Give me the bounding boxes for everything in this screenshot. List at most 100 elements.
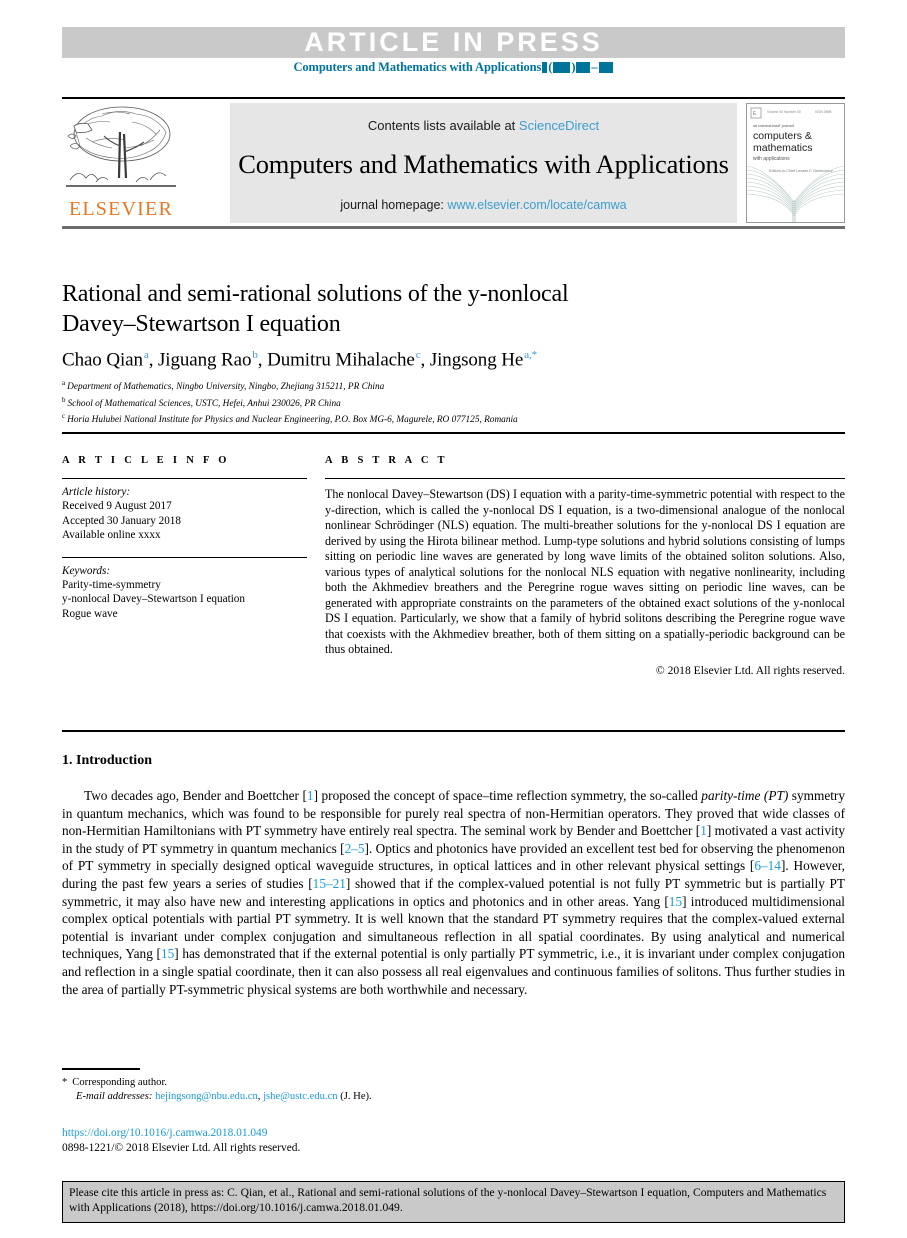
- elsevier-wordmark: ELSEVIER: [68, 198, 174, 220]
- please-cite-box: Please cite this article in press as: C.…: [62, 1181, 845, 1223]
- keywords-rule: [62, 556, 307, 558]
- abstract-copyright: © 2018 Elsevier Ltd. All rights reserved…: [655, 663, 845, 677]
- citation-ref[interactable]: 6–14: [754, 858, 781, 873]
- citation-ref[interactable]: 1: [307, 788, 314, 803]
- email-owner: (J. He).: [340, 1091, 372, 1102]
- author-affiliation-marker: b: [252, 349, 258, 361]
- keyword-item: Rogue wave: [62, 607, 118, 620]
- citation-ref[interactable]: 1: [700, 823, 707, 838]
- footnote-block: * Corresponding author. E-mail addresses:…: [62, 1076, 582, 1104]
- abstract-heading: A B S T R A C T: [325, 455, 448, 466]
- intro-text-part: ] has demonstrated that if the external …: [62, 946, 845, 997]
- sciencedirect-link[interactable]: ScienceDirect: [519, 118, 599, 133]
- article-in-press-banner: ARTICLE IN PRESS: [62, 27, 845, 58]
- affiliation-item: b School of Mathematical Sciences, USTC, …: [62, 394, 842, 411]
- citation-ref[interactable]: 2–5: [345, 841, 365, 856]
- introduction-body: Two decades ago, Bender and Boettcher [1…: [62, 787, 845, 998]
- elsevier-tree-icon: [62, 102, 180, 197]
- masthead-top-rule: [62, 97, 845, 99]
- svg-text:Editors-in-Chief Leszek F. D: Editors-in-Chief Leszek F. Demkowicz: [769, 169, 833, 173]
- email-link-primary[interactable]: hejingsong@nbu.edu.cn: [155, 1091, 258, 1102]
- keyword-item: y-nonlocal Davey–Stewartson I equation: [62, 593, 245, 606]
- article-available-online: Available online xxxx: [62, 529, 161, 542]
- paper-title: Rational and semi-rational solutions of …: [62, 279, 782, 339]
- authors-bottom-rule: [62, 432, 845, 434]
- svg-text:ISSN 0898: ISSN 0898: [815, 110, 832, 114]
- paper-page: ARTICLE IN PRESS Computers and Mathemati…: [0, 0, 907, 1238]
- paper-title-line2: Davey–Stewartson I equation: [62, 311, 341, 337]
- article-accepted-date: Accepted 30 January 2018: [62, 514, 181, 527]
- article-in-press-label: ARTICLE IN PRESS: [304, 27, 603, 57]
- corresponding-author-line: * Corresponding author.: [62, 1076, 582, 1090]
- doi-link[interactable]: https://doi.org/10.1016/j.camwa.2018.01.…: [62, 1126, 300, 1141]
- citation-ref[interactable]: 15: [669, 894, 682, 909]
- author-list: Chao Qiana, Jiguang Raob, Dumitru Mihala…: [62, 349, 538, 371]
- affiliation-text: Department of Mathematics, Ningbo Univer…: [67, 382, 385, 393]
- intro-italic-term: parity-time (PT): [701, 788, 789, 803]
- corresponding-author-label: Corresponding author.: [72, 1077, 168, 1088]
- abstract-column: A B S T R A C T The nonlocal Davey–Stewa…: [325, 455, 845, 677]
- journal-homepage-line: journal homepage: www.elsevier.com/locat…: [340, 198, 626, 212]
- citation-ref[interactable]: 15: [161, 946, 174, 961]
- intro-top-rule: [62, 730, 845, 732]
- affiliation-item: a Department of Mathematics, Ningbo Unive…: [62, 377, 842, 394]
- keywords-label: Keywords:: [62, 564, 111, 577]
- contents-lists-prefix: Contents lists available at: [367, 118, 519, 133]
- article-info-column: A R T I C L E I N F O Article history: R…: [62, 455, 307, 621]
- author-name[interactable]: Chao Qian: [62, 349, 143, 370]
- elsevier-logo: ELSEVIER: [62, 102, 184, 224]
- author-name[interactable]: Dumitru Mihalache: [267, 349, 415, 370]
- keyword-item: Parity-time-symmetry: [62, 579, 161, 592]
- intro-text-part: Two decades ago, Bender and Boettcher [: [84, 788, 307, 803]
- email-addresses-line: E-mail addresses: hejingsong@nbu.edu.cn,…: [76, 1091, 372, 1102]
- affiliation-text: Horia Hulubei National Institute for Phy…: [67, 415, 518, 426]
- contents-lists-line: Contents lists available at ScienceDirec…: [368, 118, 599, 133]
- masthead-bottom-rule: [62, 226, 845, 229]
- email-addresses-label: E-mail addresses:: [76, 1091, 153, 1102]
- article-received-date: Received 9 August 2017: [62, 500, 172, 513]
- issue-placeholder-block: [553, 61, 571, 73]
- page-end-placeholder-block: [598, 61, 613, 73]
- issn-copyright-line: 0898-1221/© 2018 Elsevier Ltd. All right…: [62, 1141, 301, 1154]
- footnote-rule: [62, 1068, 140, 1070]
- citation-ref[interactable]: 15–21: [313, 876, 346, 891]
- please-cite-text: Please cite this article in press as: C.…: [69, 1186, 827, 1214]
- author-affiliation-marker: a,*: [524, 349, 538, 361]
- journal-masthead: ELSEVIER Contents lists available at Sci…: [62, 97, 845, 229]
- page-start-placeholder-block: [576, 61, 591, 73]
- corresponding-author-marker: *: [62, 1077, 68, 1088]
- article-info-rule: [62, 478, 307, 479]
- abstract-rule: [325, 478, 845, 479]
- keywords-block: Keywords: Parity-time-symmetry y-nonloca…: [62, 564, 307, 622]
- svg-text:an international journal: an international journal: [753, 123, 795, 128]
- journal-cover-thumbnail: E Volume 00 Number 00 ISSN 0898 an inter…: [746, 103, 845, 223]
- intro-text-part: ] proposed the concept of space–time ref…: [313, 788, 702, 803]
- email-link-secondary[interactable]: jshe@ustc.edu.cn: [263, 1091, 337, 1102]
- introduction-paragraph: Two decades ago, Bender and Boettcher [1…: [62, 787, 845, 998]
- svg-text:mathematics: mathematics: [753, 142, 813, 154]
- banner-journal-reference: Computers and Mathematics with Applicati…: [0, 60, 907, 75]
- svg-text:computers &: computers &: [753, 130, 812, 142]
- journal-homepage-link[interactable]: www.elsevier.com/locate/camwa: [447, 198, 626, 212]
- paper-title-line1: Rational and semi-rational solutions of …: [62, 281, 569, 307]
- volume-placeholder-block: [542, 61, 548, 73]
- affiliation-text: School of Mathematical Sciences, USTC, H…: [67, 398, 341, 409]
- masthead-center-panel: Contents lists available at ScienceDirec…: [230, 103, 737, 223]
- svg-text:with applications: with applications: [753, 156, 790, 162]
- svg-text:Volume 00 Number 00: Volume 00 Number 00: [767, 110, 801, 114]
- author-affiliation-marker: a: [143, 349, 149, 361]
- author-affiliation-marker: c: [415, 349, 421, 361]
- abstract-text: The nonlocal Davey–Stewartson (DS) I equ…: [325, 487, 845, 656]
- affiliation-item: c Horia Hulubei National Institute for Ph…: [62, 410, 842, 427]
- section-heading-introduction: 1. Introduction: [62, 753, 152, 768]
- journal-title: Computers and Mathematics with Applicati…: [238, 149, 729, 179]
- journal-homepage-prefix: journal homepage:: [340, 198, 448, 212]
- article-history-block: Article history: Received 9 August 2017 …: [62, 485, 307, 543]
- article-history-label: Article history:: [62, 486, 131, 498]
- author-name[interactable]: Jingsong He: [430, 349, 523, 370]
- article-info-heading: A R T I C L E I N F O: [62, 455, 230, 466]
- doi-block: https://doi.org/10.1016/j.camwa.2018.01.…: [62, 1126, 300, 1155]
- author-name[interactable]: Jiguang Rao: [158, 349, 251, 370]
- banner-journal-name: Computers and Mathematics with Applicati…: [293, 60, 542, 74]
- affiliation-list: a Department of Mathematics, Ningbo Unive…: [62, 377, 842, 427]
